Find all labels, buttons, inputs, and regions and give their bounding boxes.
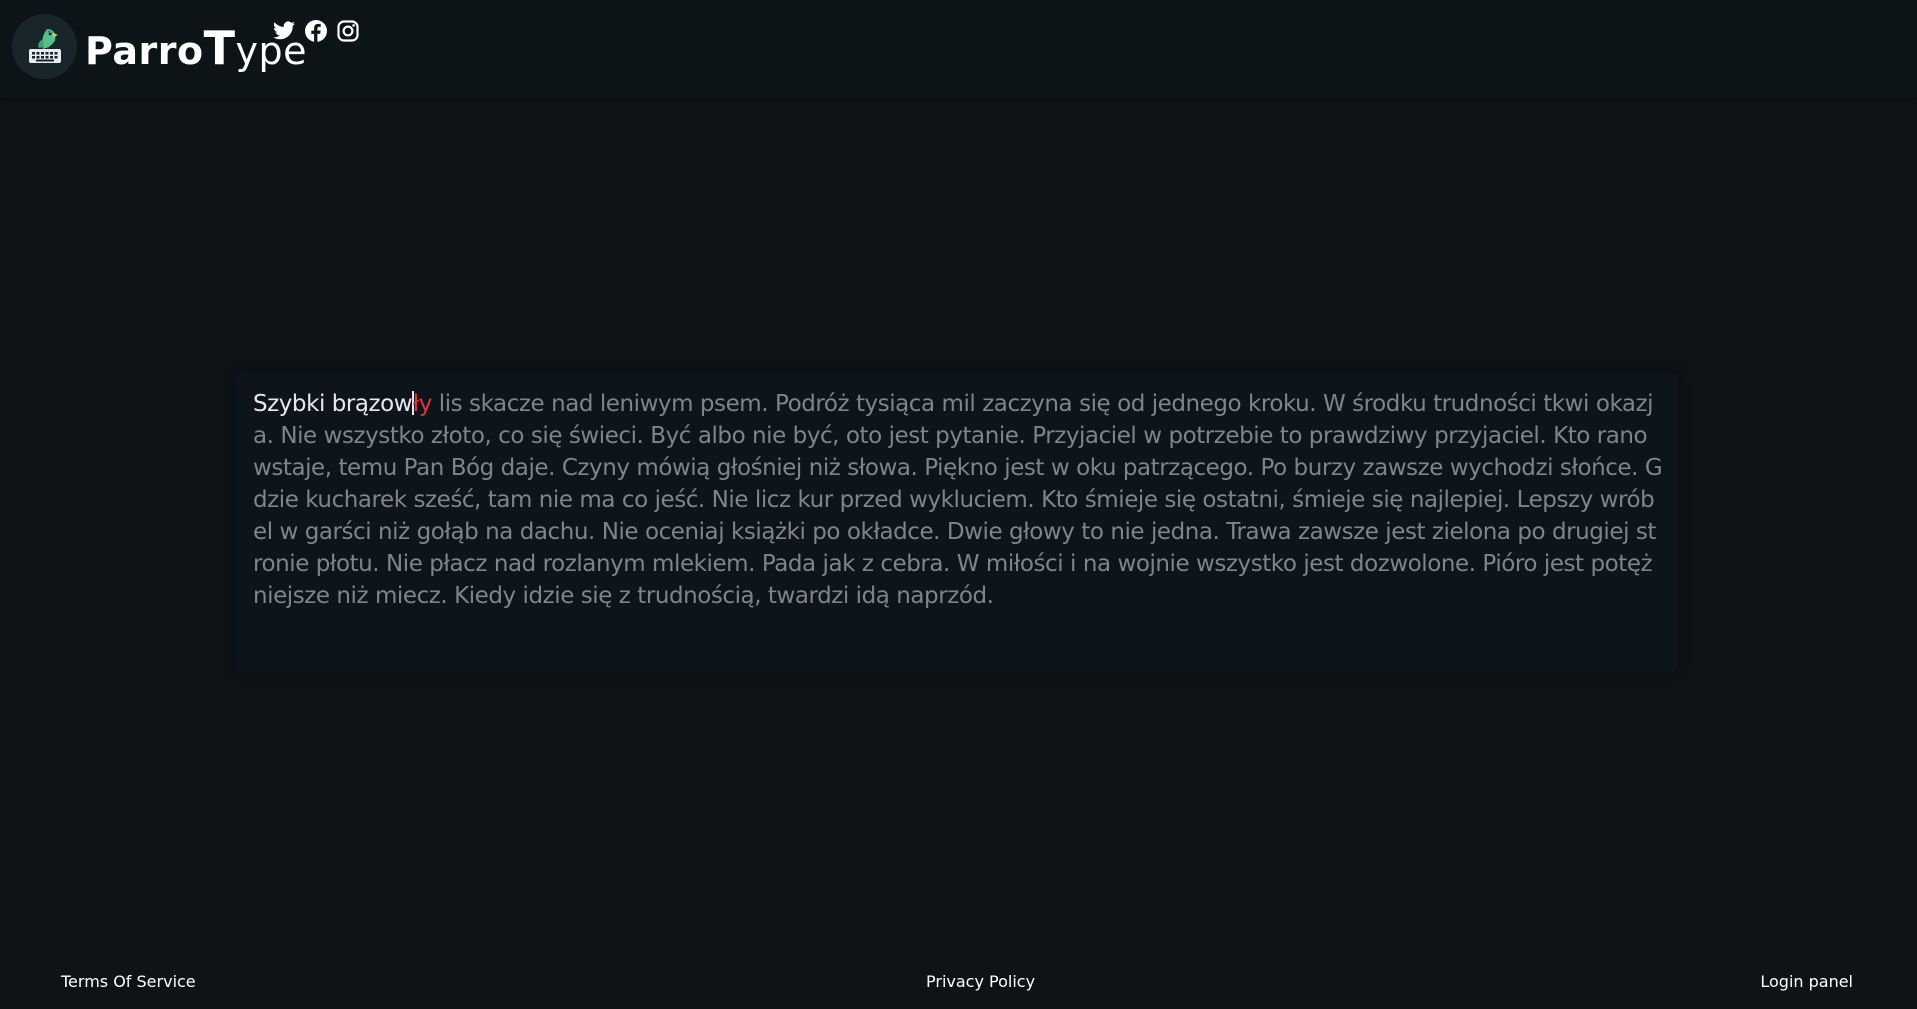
terms-of-service-link[interactable]: Terms Of Service	[61, 972, 196, 991]
twitter-icon[interactable]	[272, 19, 296, 43]
typed-text: Szybki brązow	[253, 391, 413, 417]
parrot-keyboard-logo	[12, 14, 77, 79]
brand[interactable]: Parro Type	[12, 14, 307, 79]
brand-name-part1: Parro	[85, 28, 204, 73]
footer: Terms Of Service Privacy Policy Login pa…	[0, 960, 1917, 1002]
typing-text[interactable]: Szybki brązowły lis skacze nad leniwym p…	[253, 388, 1663, 612]
instagram-icon[interactable]	[336, 19, 360, 43]
top-bar: Parro Type	[0, 0, 1917, 98]
privacy-policy-link[interactable]: Privacy Policy	[926, 972, 1035, 991]
brand-name-part2: T	[203, 20, 236, 75]
pending-text: lis skacze nad leniwym psem. Podróż tysi…	[253, 391, 1663, 609]
login-panel-link[interactable]: Login panel	[1760, 972, 1853, 991]
facebook-icon[interactable]	[304, 19, 328, 43]
error-text: ły	[412, 391, 433, 417]
social-links	[272, 19, 360, 43]
